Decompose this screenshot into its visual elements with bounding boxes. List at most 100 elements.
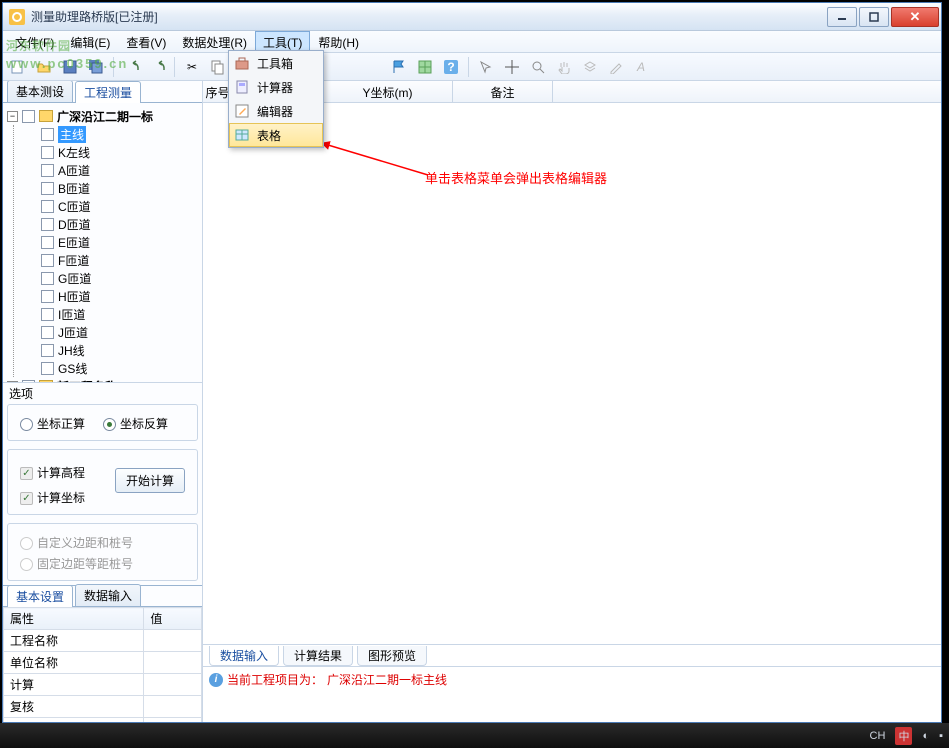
tool-help-icon[interactable]: ? (440, 56, 462, 78)
project-tree[interactable]: − 广深沿江二期一标 主线 K左线 A匝道 B匝道 C匝道 D匝道 E匝道 F匝… (3, 103, 202, 383)
tree-checkbox[interactable] (41, 182, 54, 195)
radio-coord-backward[interactable]: 坐标反算 (103, 415, 168, 432)
prop-row-value[interactable] (144, 674, 202, 696)
radio-coord-forward[interactable]: 坐标正算 (20, 415, 85, 432)
tree-checkbox[interactable] (41, 164, 54, 177)
tool-layers-icon[interactable] (579, 56, 601, 78)
tree-root-label[interactable]: 广深沿江二期一标 (57, 108, 153, 125)
check-calc-elevation[interactable]: 计算高程 (20, 464, 85, 481)
tool-save-icon[interactable] (59, 56, 81, 78)
tree-checkbox[interactable] (41, 308, 54, 321)
tray-icon[interactable]: ◐ (922, 730, 929, 742)
tree-item[interactable]: F匝道 (58, 252, 89, 269)
prop-row-label: 复核 (4, 696, 144, 718)
prop-row-value[interactable] (144, 696, 202, 718)
tool-draw-icon[interactable] (605, 56, 627, 78)
tree-item[interactable]: JH线 (58, 342, 85, 359)
prop-row-value[interactable] (144, 718, 202, 723)
property-table[interactable]: 属性值 工程名称 单位名称 计算 复核 测量 备注 (3, 607, 202, 722)
tab-data-input[interactable]: 数据输入 (75, 584, 141, 606)
info-icon: i (209, 673, 223, 687)
tree-item[interactable]: B匝道 (58, 180, 90, 197)
menu-view[interactable]: 查看(V) (118, 31, 174, 52)
ime-indicator[interactable]: CH (870, 730, 886, 742)
check-calc-coord[interactable]: 计算坐标 (20, 489, 85, 506)
tree-item[interactable]: H匝道 (58, 288, 91, 305)
tool-grid-icon[interactable] (414, 56, 436, 78)
tray-icon[interactable]: ▪ (939, 730, 943, 742)
tool-open-icon[interactable] (33, 56, 55, 78)
tree-item[interactable]: G匝道 (58, 270, 91, 287)
tool-text-icon[interactable]: A (631, 56, 653, 78)
btab-data-input[interactable]: 数据输入 (209, 646, 279, 666)
tree-checkbox[interactable] (41, 272, 54, 285)
tool-cut-icon[interactable]: ✂ (181, 56, 203, 78)
tree-item[interactable]: 主线 (58, 126, 86, 143)
tree-checkbox[interactable] (41, 362, 54, 375)
radio-fixed-offset[interactable]: 固定边距等距桩号 (20, 555, 133, 572)
menu-file[interactable]: 文件(F) (7, 31, 62, 52)
prop-row-value[interactable] (144, 652, 202, 674)
tree-item[interactable]: J匝道 (58, 324, 88, 341)
menu-item-toolbox[interactable]: 工具箱 (229, 51, 323, 75)
tree-item[interactable]: I匝道 (58, 306, 85, 323)
tree-checkbox[interactable] (41, 218, 54, 231)
left-bottom-tabs: 基本设置 数据输入 (3, 585, 202, 607)
prop-row-label: 单位名称 (4, 652, 144, 674)
tree-checkbox[interactable] (41, 236, 54, 249)
tool-saveall-icon[interactable] (85, 56, 107, 78)
menu-item-table[interactable]: 表格 (229, 123, 323, 147)
start-calc-button[interactable]: 开始计算 (115, 468, 185, 493)
lang-indicator[interactable]: 中 (895, 727, 912, 745)
maximize-button[interactable] (859, 7, 889, 27)
tree-checkbox[interactable] (22, 110, 35, 123)
tool-zoom-icon[interactable] (527, 56, 549, 78)
tree-item[interactable]: E匝道 (58, 234, 90, 251)
tool-flag-icon[interactable] (388, 56, 410, 78)
calc-group: 计算高程 开始计算 计算坐标 (7, 449, 198, 515)
prop-row-value[interactable] (144, 630, 202, 652)
btab-calc-result[interactable]: 计算结果 (283, 646, 353, 666)
annotation-text: 单击表格菜单会弹出表格编辑器 (425, 168, 607, 187)
prop-head-val: 值 (144, 608, 202, 630)
menu-help[interactable]: 帮助(H) (310, 31, 367, 52)
expand-icon[interactable]: − (7, 111, 18, 122)
tool-crosshair-icon[interactable] (501, 56, 523, 78)
menu-item-editor[interactable]: 编辑器 (229, 99, 323, 123)
btab-preview[interactable]: 图形预览 (357, 646, 427, 666)
tree-item[interactable]: C匝道 (58, 198, 91, 215)
tree-checkbox[interactable] (41, 290, 54, 303)
radio-custom-offset[interactable]: 自定义边距和桩号 (20, 534, 133, 551)
tab-project-survey[interactable]: 工程测量 (75, 81, 141, 103)
window-buttons: ✕ (825, 7, 939, 27)
tab-basic-setting[interactable]: 基本设置 (7, 585, 73, 607)
tree-item[interactable]: K左线 (58, 144, 90, 161)
status-prefix: 当前工程项目为： (227, 671, 323, 688)
tree-item[interactable]: GS线 (58, 360, 87, 377)
tree-checkbox[interactable] (41, 146, 54, 159)
tool-pointer-icon[interactable] (475, 56, 497, 78)
tool-new-icon[interactable] (7, 56, 29, 78)
menu-data[interactable]: 数据处理(R) (174, 31, 255, 52)
menubar: 文件(F) 编辑(E) 查看(V) 数据处理(R) 工具(T) 帮助(H) (3, 31, 941, 53)
tab-basic-survey[interactable]: 基本测设 (7, 80, 73, 102)
tool-copy-icon[interactable] (207, 56, 229, 78)
tree-checkbox[interactable] (41, 200, 54, 213)
tree-item[interactable]: A匝道 (58, 162, 90, 179)
tree-checkbox[interactable] (41, 326, 54, 339)
tree-checkbox[interactable] (41, 344, 54, 357)
minimize-button[interactable] (827, 7, 857, 27)
toolbar-separator (468, 57, 469, 77)
tool-undo-icon[interactable] (120, 56, 142, 78)
close-button[interactable]: ✕ (891, 7, 939, 27)
data-grid[interactable]: 序号 Y坐标(m) 备注 (203, 81, 941, 644)
menu-edit[interactable]: 编辑(E) (62, 31, 118, 52)
tool-redo-icon[interactable] (146, 56, 168, 78)
tree-item[interactable]: D匝道 (58, 216, 91, 233)
offset-group: 自定义边距和桩号 固定边距等距桩号 (7, 523, 198, 581)
tool-pan-icon[interactable] (553, 56, 575, 78)
menu-tools[interactable]: 工具(T) (255, 31, 310, 52)
menu-item-calculator[interactable]: 计算器 (229, 75, 323, 99)
tree-checkbox[interactable] (41, 254, 54, 267)
tree-checkbox[interactable] (41, 128, 54, 141)
